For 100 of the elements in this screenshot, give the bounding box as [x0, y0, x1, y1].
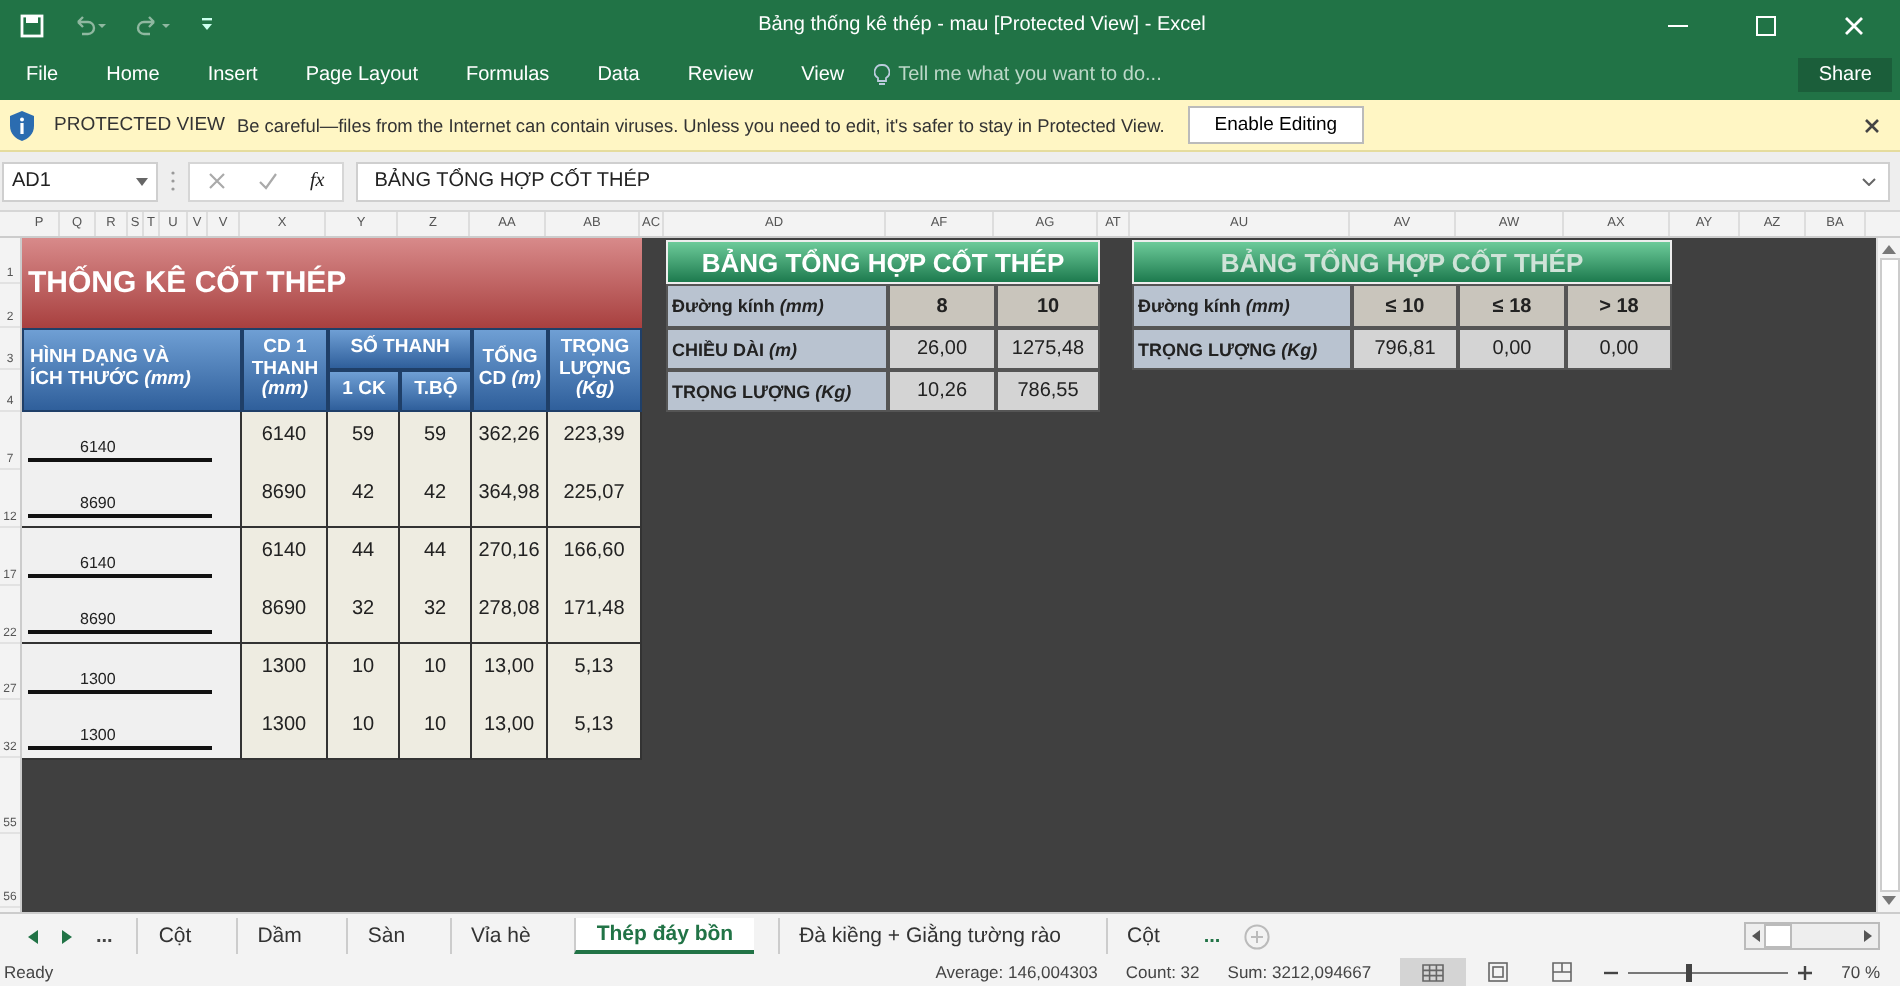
table-cell: 8690 [242, 586, 328, 644]
table-cell: 10 [328, 644, 400, 702]
sheet-tab[interactable]: Thép đáy bồn [574, 918, 754, 954]
table-cell: 32 [400, 586, 472, 644]
restore-icon[interactable] [1756, 15, 1776, 35]
ribbon-tab[interactable]: Data [579, 51, 658, 99]
header-cell: > 18 [1566, 284, 1672, 328]
customize-toolbar-icon[interactable] [200, 18, 214, 32]
count-readout: Count: 32 [1125, 962, 1200, 982]
lightbulb-icon [874, 64, 891, 86]
header-cell: 1 CK [328, 370, 400, 412]
minus-icon[interactable] [1603, 969, 1618, 975]
table-cell: 0,00 [1458, 328, 1566, 370]
table-cell: 10 [328, 702, 400, 760]
sheet-tab[interactable]: Đà kiềng + Giằng tường rào [777, 918, 1082, 954]
bar-length-label: 6140 [80, 554, 118, 572]
scroll-up-icon[interactable] [1882, 244, 1896, 254]
table-cell: 223,39 [548, 412, 642, 470]
table-cell: 26,00 [888, 328, 996, 370]
header-cell: 8 [888, 284, 996, 328]
expand-caret-icon[interactable] [1862, 177, 1876, 185]
sheet-tab[interactable]: Cột [136, 918, 212, 954]
scroll-down-icon[interactable] [1882, 896, 1896, 906]
sum-readout: Sum: 3212,094667 [1227, 962, 1372, 982]
zoom-level[interactable]: 70 % [1841, 962, 1880, 982]
row-label: TRỌNG LƯỢNG (Kg) [1132, 328, 1352, 370]
sheet-tab[interactable]: Sàn [345, 918, 426, 954]
share-button[interactable]: Share [1798, 58, 1892, 92]
table-cell: 1275,48 [996, 328, 1100, 370]
header-cell: T.BỘ [400, 370, 472, 412]
table-cell: 42 [400, 470, 472, 528]
grip-icon [170, 170, 176, 192]
table-title: THỐNG KÊ CỐT THÉP [22, 238, 642, 328]
window-title: Bảng thống kê thép - mau [Protected View] - Excel [756, 14, 1208, 36]
zoom-slider-thumb[interactable] [1686, 963, 1693, 981]
info-shield-icon [8, 109, 36, 141]
redo-icon[interactable] [136, 15, 172, 35]
table-cell: 796,81 [1352, 328, 1458, 370]
bar-length-label: 1300 [80, 670, 118, 688]
checkmark-icon[interactable] [258, 172, 278, 190]
header-cell: 10 [996, 284, 1100, 328]
page-icon [1487, 962, 1508, 982]
ribbon-tab[interactable]: Formulas [448, 51, 568, 99]
save-icon[interactable] [20, 13, 44, 37]
more-sheets-button[interactable]: ... [96, 925, 113, 947]
horizontal-scrollbar[interactable] [1744, 922, 1880, 950]
table-title: BẢNG TỔNG HỢP CỐT THÉP [666, 240, 1100, 284]
formula-field[interactable]: BẢNG TỔNG HỢP CỐT THÉP [356, 161, 1890, 201]
bar-length-label: 8690 [80, 494, 118, 512]
header-cell: TỔNG CD (m) [472, 328, 548, 412]
enable-editing-button[interactable]: Enable Editing [1188, 106, 1364, 144]
row-label: Đường kính (mm) [1132, 284, 1352, 328]
table-cell: 44 [328, 528, 400, 586]
close-icon[interactable] [1864, 117, 1880, 133]
protected-view-message: Be careful—files from the Internet can contain viruses. Unless you need to edit, it's safer to stay in Protected View. [237, 115, 1165, 135]
table-cell: 8690 [242, 470, 328, 528]
table-cell: 364,98 [472, 470, 548, 528]
table-cell: 10 [400, 702, 472, 760]
bar-length-label: 8690 [80, 610, 118, 628]
protected-view-label: PROTECTED VIEW [54, 114, 226, 136]
table-cell: 5,13 [548, 702, 642, 760]
sheet-tab[interactable]: Cột [1105, 918, 1180, 954]
average-readout: Average: 146,004303 [935, 962, 1098, 982]
row-label: TRỌNG LƯỢNG (Kg) [666, 370, 888, 412]
undo-icon[interactable] [72, 15, 108, 35]
header-cell: SỐ THANH [328, 328, 472, 370]
ribbon-tab[interactable]: File [8, 51, 77, 99]
plus-icon[interactable] [1797, 965, 1812, 979]
ribbon-tab[interactable]: Insert [189, 51, 276, 99]
scroll-right-icon[interactable] [62, 929, 72, 943]
grid-icon [1421, 963, 1444, 981]
caret-icon [136, 177, 148, 185]
header-cell: TRỌNG LƯỢNG (Kg) [548, 328, 642, 412]
scroll-left-icon[interactable] [28, 929, 38, 943]
sheet-tab[interactable]: Vỉa hè [449, 918, 551, 954]
sheet-tab[interactable]: Dầm [235, 918, 322, 954]
table-cell: 786,55 [996, 370, 1100, 412]
table-cell: 59 [400, 412, 472, 470]
table-cell: 225,07 [548, 470, 642, 528]
table-title: BẢNG TỔNG HỢP CỐT THÉP [1132, 240, 1672, 284]
status-text: Ready [4, 962, 54, 982]
table-cell: 6140 [242, 528, 328, 586]
more-sheets-button[interactable]: ... [1203, 925, 1221, 947]
vertical-scrollbar[interactable] [1876, 238, 1900, 912]
scroll-right-icon[interactable] [1864, 930, 1872, 942]
bar-length-label: 1300 [80, 726, 118, 744]
header-cell: ≤ 18 [1458, 284, 1566, 328]
scroll-left-icon[interactable] [1752, 930, 1760, 942]
ribbon-tab[interactable]: View [783, 51, 863, 99]
ribbon-tab[interactable]: Page Layout [287, 51, 436, 99]
table-cell: 362,26 [472, 412, 548, 470]
name-box[interactable]: AD1 [2, 161, 158, 201]
table-cell: 59 [328, 412, 400, 470]
header-cell: ≤ 10 [1352, 284, 1458, 328]
tell-me-search[interactable]: Tell me what you want to do... [898, 64, 1162, 86]
insert-function-button[interactable]: fx [310, 170, 325, 192]
ribbon-tab[interactable]: Review [669, 51, 772, 99]
ribbon-tab[interactable]: Home [88, 51, 178, 99]
normal-view-button[interactable] [1399, 958, 1466, 986]
row-label: CHIỀU DÀI (m) [666, 328, 888, 370]
